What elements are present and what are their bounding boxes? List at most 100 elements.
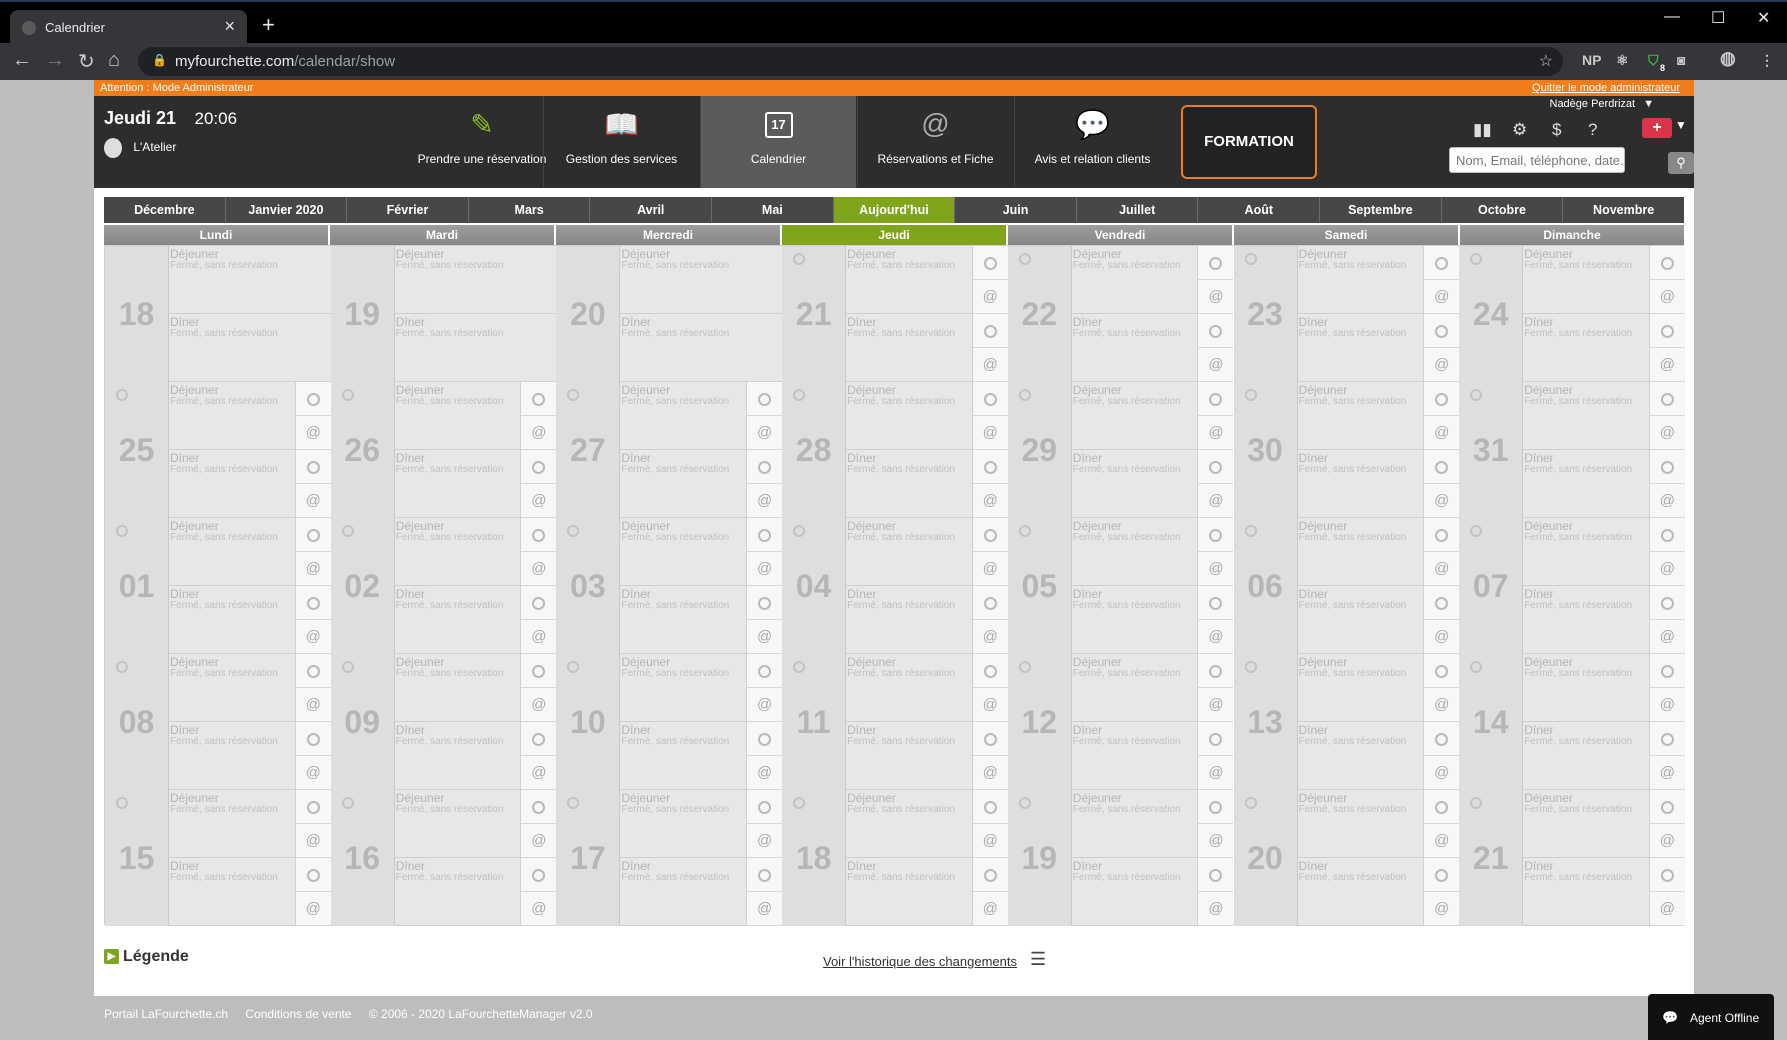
day-cell[interactable]: 13 Déjeuner Fermé, sans réservation @ Dîner F…: [1233, 654, 1460, 790]
online-booking-at-icon[interactable]: @: [1423, 688, 1460, 722]
agent-chat-widget[interactable]: 💬 Agent Offline: [1648, 994, 1774, 1040]
gear-icon[interactable]: ⚙: [1512, 120, 1527, 140]
nav-reservations[interactable]: @ Réservations et Fiche: [857, 96, 1013, 188]
dinner-slot[interactable]: Dîner Fermé, sans réservation: [620, 314, 783, 382]
day-cell[interactable]: 31 Déjeuner Fermé, sans réservation @ Dîner F…: [1459, 382, 1685, 518]
dinner-slot[interactable]: Dîner Fermé, sans réservation @: [169, 586, 331, 654]
online-booking-at-icon[interactable]: @: [1197, 416, 1234, 450]
day-cell[interactable]: 09 Déjeuner Fermé, sans réservation @ Dîner F…: [330, 654, 557, 790]
power-toggle-icon[interactable]: [520, 654, 557, 688]
quit-admin-link[interactable]: Quitter le mode administrateur: [1532, 82, 1680, 94]
day-cell[interactable]: 29 Déjeuner Fermé, sans réservation @ Dîner F…: [1007, 382, 1234, 518]
dinner-slot[interactable]: Dîner Fermé, sans réservation @: [1523, 314, 1685, 382]
day-cell[interactable]: 15 Déjeuner Fermé, sans réservation @ Dîner F…: [105, 790, 331, 926]
lunch-slot[interactable]: Déjeuner Fermé, sans réservation @: [1071, 382, 1234, 450]
power-toggle-icon[interactable]: [294, 450, 331, 484]
online-booking-at-icon[interactable]: @: [1423, 348, 1460, 382]
formation-button[interactable]: FORMATION: [1181, 105, 1317, 179]
day-cell[interactable]: 03 Déjeuner Fermé, sans réservation @ Dîner F…: [556, 518, 783, 654]
power-toggle-icon[interactable]: [520, 586, 557, 620]
browser-tab[interactable]: Calendrier ×: [10, 10, 247, 45]
month-today[interactable]: Aujourd'hui: [833, 197, 956, 223]
power-toggle-icon[interactable]: [1648, 450, 1685, 484]
day-cell[interactable]: 01 Déjeuner Fermé, sans réservation @ Dîner F…: [105, 518, 331, 654]
dinner-slot[interactable]: Dîner Fermé, sans réservation @: [1523, 586, 1685, 654]
online-booking-at-icon[interactable]: @: [294, 620, 331, 654]
online-booking-at-icon[interactable]: @: [1197, 552, 1234, 586]
online-booking-at-icon[interactable]: @: [1648, 280, 1685, 314]
lunch-slot[interactable]: Déjeuner Fermé, sans réservation @: [620, 518, 783, 586]
lunch-slot[interactable]: Déjeuner Fermé, sans réservation @: [1523, 246, 1685, 314]
dinner-slot[interactable]: Dîner Fermé, sans réservation @: [169, 858, 331, 926]
day-cell[interactable]: 14 Déjeuner Fermé, sans réservation @ Dîner F…: [1459, 654, 1685, 790]
day-cell[interactable]: 08 Déjeuner Fermé, sans réservation @ Dîner F…: [105, 654, 331, 790]
lunch-slot[interactable]: Déjeuner Fermé, sans réservation @: [1071, 654, 1234, 722]
power-toggle-icon[interactable]: [294, 518, 331, 552]
list-sort-icon[interactable]: ☰: [1030, 949, 1046, 970]
power-toggle-icon[interactable]: [1423, 654, 1460, 688]
power-toggle-icon[interactable]: [520, 858, 557, 892]
profile-avatar[interactable]: ◍: [1720, 48, 1736, 69]
bookmark-star-icon[interactable]: ☆: [1539, 51, 1553, 71]
online-booking-at-icon[interactable]: @: [1197, 756, 1234, 790]
dinner-slot[interactable]: Dîner Fermé, sans réservation @: [394, 722, 557, 790]
day-cell[interactable]: 21 Déjeuner Fermé, sans réservation @ Dîner F…: [782, 246, 1008, 382]
online-booking-at-icon[interactable]: @: [971, 620, 1008, 654]
day-cell[interactable]: 04 Déjeuner Fermé, sans réservation @ Dîner F…: [782, 518, 1008, 654]
online-booking-at-icon[interactable]: @: [971, 824, 1008, 858]
day-cell[interactable]: 05 Déjeuner Fermé, sans réservation @ Dîner F…: [1007, 518, 1234, 654]
online-booking-at-icon[interactable]: @: [294, 756, 331, 790]
power-toggle-icon[interactable]: [1197, 314, 1234, 348]
menu-icon[interactable]: ⋮: [1760, 52, 1774, 69]
online-booking-at-icon[interactable]: @: [1197, 280, 1234, 314]
month-tab[interactable]: Avril: [590, 197, 713, 223]
lunch-slot[interactable]: Déjeuner Fermé, sans réservation @: [1523, 790, 1685, 858]
power-toggle-icon[interactable]: [1197, 586, 1234, 620]
online-booking-at-icon[interactable]: @: [1423, 280, 1460, 314]
lunch-slot[interactable]: Déjeuner Fermé, sans réservation @: [620, 790, 783, 858]
online-booking-at-icon[interactable]: @: [1423, 416, 1460, 450]
day-cell[interactable]: 19 Déjeuner Fermé, sans réservation Dîner Fe…: [330, 246, 557, 382]
online-booking-at-icon[interactable]: @: [294, 484, 331, 518]
power-toggle-icon[interactable]: [1423, 722, 1460, 756]
power-toggle-icon[interactable]: [1197, 654, 1234, 688]
dinner-slot[interactable]: Dîner Fermé, sans réservation @: [1297, 722, 1460, 790]
day-cell[interactable]: 23 Déjeuner Fermé, sans réservation @ Dîner F…: [1233, 246, 1460, 382]
month-tab[interactable]: Octobre: [1442, 197, 1564, 223]
day-cell[interactable]: 11 Déjeuner Fermé, sans réservation @ Dîner F…: [782, 654, 1008, 790]
power-toggle-icon[interactable]: [520, 382, 557, 416]
online-booking-at-icon[interactable]: @: [1197, 484, 1234, 518]
dinner-slot[interactable]: Dîner Fermé, sans réservation @: [846, 314, 1008, 382]
power-toggle-icon[interactable]: [1197, 246, 1234, 280]
power-toggle-icon[interactable]: [1197, 722, 1234, 756]
day-cell[interactable]: 22 Déjeuner Fermé, sans réservation @ Dîner F…: [1007, 246, 1234, 382]
online-booking-at-icon[interactable]: @: [746, 552, 783, 586]
online-booking-at-icon[interactable]: @: [746, 416, 783, 450]
dinner-slot[interactable]: Dîner Fermé, sans réservation: [169, 314, 331, 382]
dinner-slot[interactable]: Dîner Fermé, sans réservation @: [169, 450, 331, 518]
power-toggle-icon[interactable]: [746, 654, 783, 688]
dinner-slot[interactable]: Dîner Fermé, sans réservation @: [1297, 450, 1460, 518]
day-cell[interactable]: 06 Déjeuner Fermé, sans réservation @ Dîner F…: [1233, 518, 1460, 654]
day-cell[interactable]: 16 Déjeuner Fermé, sans réservation @ Dîner F…: [330, 790, 557, 926]
nav-take-reservation[interactable]: ✎ Prendre une réservation: [404, 96, 560, 188]
lunch-slot[interactable]: Déjeuner Fermé, sans réservation @: [1523, 382, 1685, 450]
day-cell[interactable]: 21 Déjeuner Fermé, sans réservation @ Dîner F…: [1459, 790, 1685, 926]
power-toggle-icon[interactable]: [971, 246, 1008, 280]
dinner-slot[interactable]: Dîner Fermé, sans réservation @: [846, 586, 1008, 654]
lunch-slot[interactable]: Déjeuner Fermé, sans réservation @: [1297, 246, 1460, 314]
dinner-slot[interactable]: Dîner Fermé, sans réservation @: [1297, 314, 1460, 382]
day-cell[interactable]: 30 Déjeuner Fermé, sans réservation @ Dîner F…: [1233, 382, 1460, 518]
dinner-slot[interactable]: Dîner Fermé, sans réservation: [394, 314, 557, 382]
lunch-slot[interactable]: Déjeuner Fermé, sans réservation @: [846, 518, 1008, 586]
power-toggle-icon[interactable]: [1423, 450, 1460, 484]
dinner-slot[interactable]: Dîner Fermé, sans réservation @: [169, 722, 331, 790]
user-menu[interactable]: Nadège Perdrizat ▼: [1550, 98, 1655, 110]
power-toggle-icon[interactable]: [971, 586, 1008, 620]
day-cell[interactable]: 19 Déjeuner Fermé, sans réservation @ Dîner F…: [1007, 790, 1234, 926]
lunch-slot[interactable]: Déjeuner Fermé, sans réservation @: [169, 654, 331, 722]
reload-icon[interactable]: ↻: [78, 49, 95, 74]
online-booking-at-icon[interactable]: @: [746, 892, 783, 926]
lunch-slot[interactable]: Déjeuner Fermé, sans réservation: [169, 246, 331, 314]
online-booking-at-icon[interactable]: @: [746, 484, 783, 518]
